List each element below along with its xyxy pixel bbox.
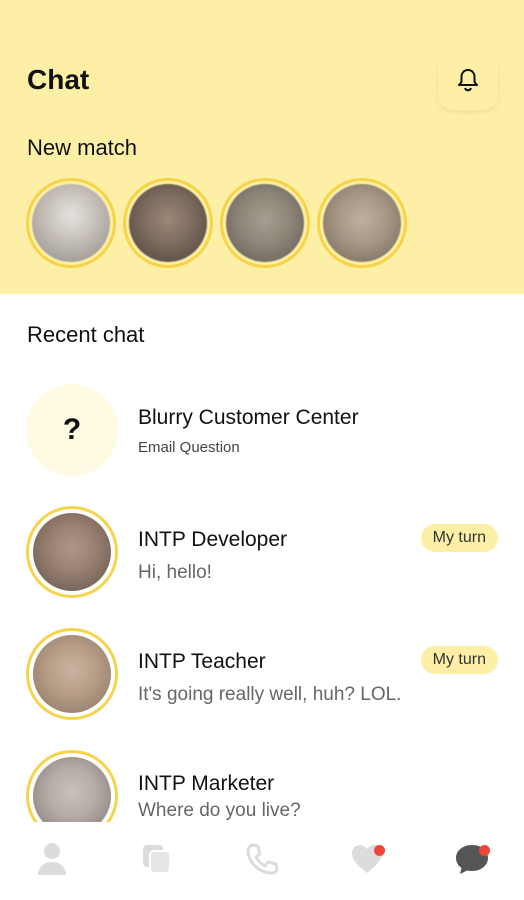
chat-last-message: It's going really well, huh? LOL. [138, 684, 402, 705]
match-avatar[interactable] [26, 178, 116, 268]
chat-name: INTP Marketer [138, 772, 275, 795]
chat-item-customer-center[interactable]: ? Blurry Customer Center Email Question [0, 384, 524, 484]
recent-chat-label: Recent chat [27, 322, 145, 347]
nav-likes[interactable] [337, 831, 397, 891]
nav-profile[interactable] [22, 831, 82, 891]
my-turn-badge: My turn [420, 646, 498, 674]
chat-item-intp-developer[interactable]: INTP Developer My turn Hi, hello! [0, 506, 524, 606]
chat-name: INTP Developer [138, 528, 288, 551]
notification-dot [478, 845, 490, 856]
question-mark-icon: ? [26, 384, 118, 476]
header-section: Chat New match [0, 0, 524, 294]
new-match-list [26, 178, 407, 268]
nav-phone[interactable] [232, 831, 292, 891]
match-avatar[interactable] [220, 178, 310, 268]
profile-icon [37, 841, 67, 882]
chat-name: Blurry Customer Center [138, 406, 359, 429]
avatar [26, 506, 118, 598]
notification-dot [373, 845, 385, 856]
chat-name: INTP Teacher [138, 650, 266, 673]
avatar [26, 628, 118, 720]
bell-icon [457, 68, 479, 97]
match-avatar[interactable] [123, 178, 213, 268]
cards-icon [141, 843, 173, 880]
my-turn-badge: My turn [420, 524, 498, 552]
chat-subtitle: Email Question [138, 439, 240, 456]
phone-icon [245, 842, 279, 881]
chat-item-intp-teacher[interactable]: INTP Teacher My turn It's going really w… [0, 628, 524, 728]
chat-last-message: Hi, hello! [138, 562, 212, 583]
new-match-label: New match [27, 135, 138, 160]
match-avatar[interactable] [317, 178, 407, 268]
chat-last-message: Where do you live? [138, 800, 301, 821]
bottom-navigation [0, 822, 524, 900]
page-title: Chat [27, 64, 90, 95]
nav-chat[interactable] [442, 831, 502, 891]
nav-cards[interactable] [127, 831, 187, 891]
notification-button[interactable] [438, 54, 498, 110]
